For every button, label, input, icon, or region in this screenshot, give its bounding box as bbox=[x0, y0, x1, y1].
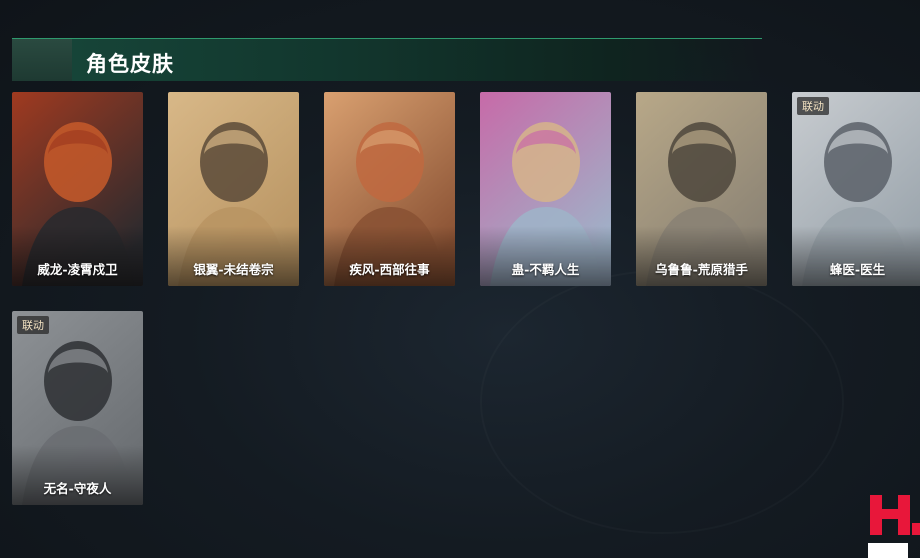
skin-name: 威龙-凌霄戍卫 bbox=[37, 262, 118, 277]
skin-name: 乌鲁鲁-荒原猎手 bbox=[655, 262, 748, 277]
skin-name: 蛊-不羁人生 bbox=[511, 262, 580, 277]
brand-logo bbox=[868, 495, 920, 558]
skin-card[interactable]: 疾风-西部往事 bbox=[324, 92, 455, 286]
skin-card[interactable]: 银翼-未结卷宗 bbox=[168, 92, 299, 286]
skin-card[interactable]: 联动蜂医-医生 bbox=[792, 92, 920, 286]
skin-card[interactable]: 蛊-不羁人生 bbox=[480, 92, 611, 286]
skin-card[interactable]: 威龙-凌霄戍卫 bbox=[12, 92, 143, 286]
skin-name: 银翼-未结卷宗 bbox=[193, 262, 274, 277]
skin-card[interactable]: 乌鲁鲁-荒原猎手 bbox=[636, 92, 767, 286]
skin-card[interactable]: 联动无名-守夜人 bbox=[12, 311, 143, 505]
collab-tag: 联动 bbox=[17, 316, 49, 334]
skin-name: 蜂医-医生 bbox=[829, 262, 886, 277]
section-header: 角色皮肤 bbox=[12, 38, 762, 81]
collab-tag: 联动 bbox=[797, 97, 829, 115]
skin-name: 无名-守夜人 bbox=[43, 481, 112, 496]
skin-name: 疾风-西部往事 bbox=[349, 262, 430, 277]
section-title: 角色皮肤 bbox=[86, 52, 174, 76]
background-emblem bbox=[480, 270, 844, 534]
header-accent-block bbox=[12, 39, 72, 81]
